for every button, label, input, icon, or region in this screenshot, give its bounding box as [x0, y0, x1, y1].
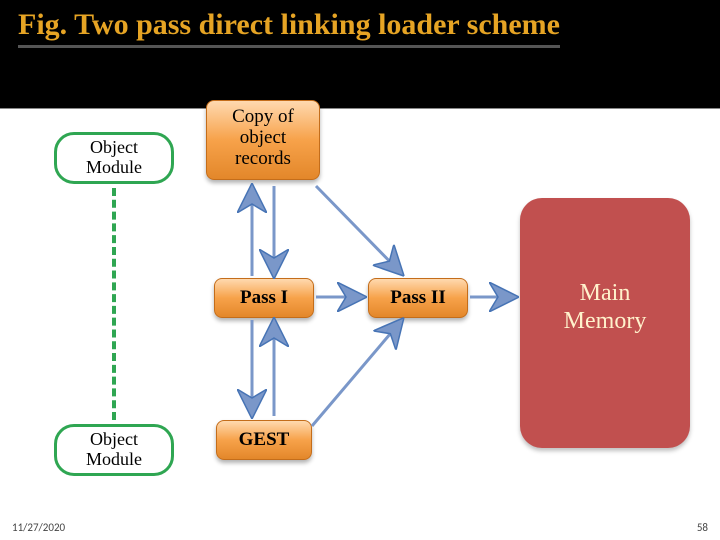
object-module-bottom-label: ObjectModule	[86, 429, 142, 469]
title-divider	[0, 108, 720, 109]
pass2-label: Pass II	[390, 287, 445, 308]
gest-node: GEST	[216, 420, 312, 460]
footer-page-number: 58	[697, 521, 708, 534]
pass1-label: Pass I	[240, 287, 288, 308]
object-module-dotted-connector	[112, 188, 116, 420]
object-module-bottom: ObjectModule	[54, 424, 174, 476]
gest-label: GEST	[239, 429, 290, 450]
pass2-node: Pass II	[368, 278, 468, 318]
slide-title-bar: Fig. Two pass direct linking loader sche…	[0, 0, 720, 108]
main-memory-node: MainMemory	[520, 198, 690, 448]
copy-records-label: Copy ofobjectrecords	[232, 106, 294, 169]
copy-records-node: Copy ofobjectrecords	[206, 100, 320, 180]
footer-date: 11/27/2020	[12, 521, 65, 534]
object-module-top: ObjectModule	[54, 132, 174, 184]
slide-title: Fig. Two pass direct linking loader sche…	[18, 8, 560, 48]
object-module-top-label: ObjectModule	[86, 137, 142, 177]
main-memory-label: MainMemory	[564, 280, 647, 334]
pass1-node: Pass I	[214, 278, 314, 318]
